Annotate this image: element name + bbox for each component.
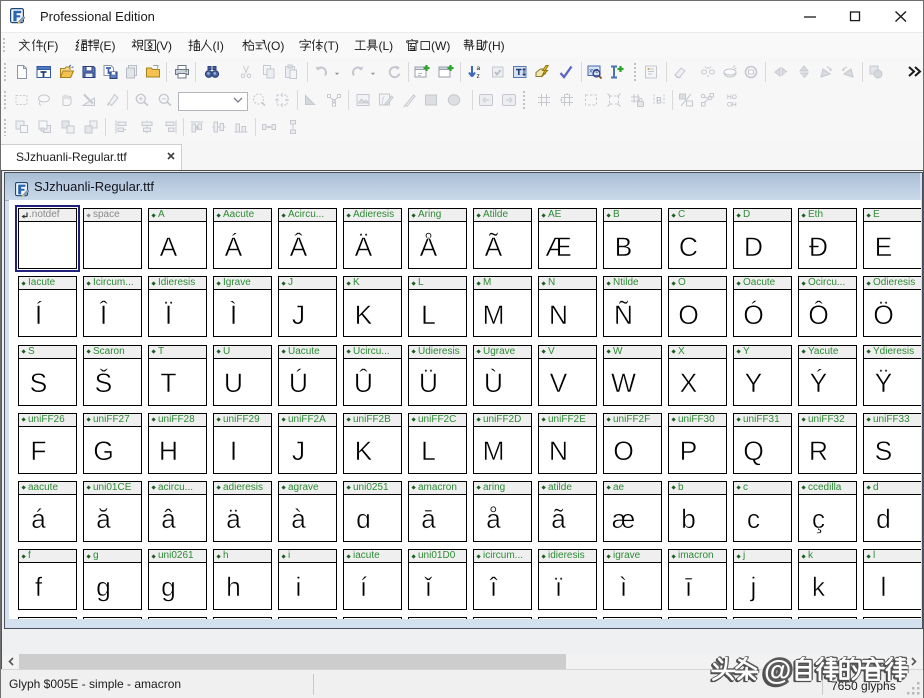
svg-text:z: z <box>477 73 480 80</box>
svg-text:OH: OH <box>727 102 737 109</box>
svg-text:@: @ <box>764 655 791 686</box>
svg-text:HO: HO <box>727 94 737 101</box>
svg-text:B: B <box>656 96 662 106</box>
svg-text:a: a <box>477 65 481 72</box>
